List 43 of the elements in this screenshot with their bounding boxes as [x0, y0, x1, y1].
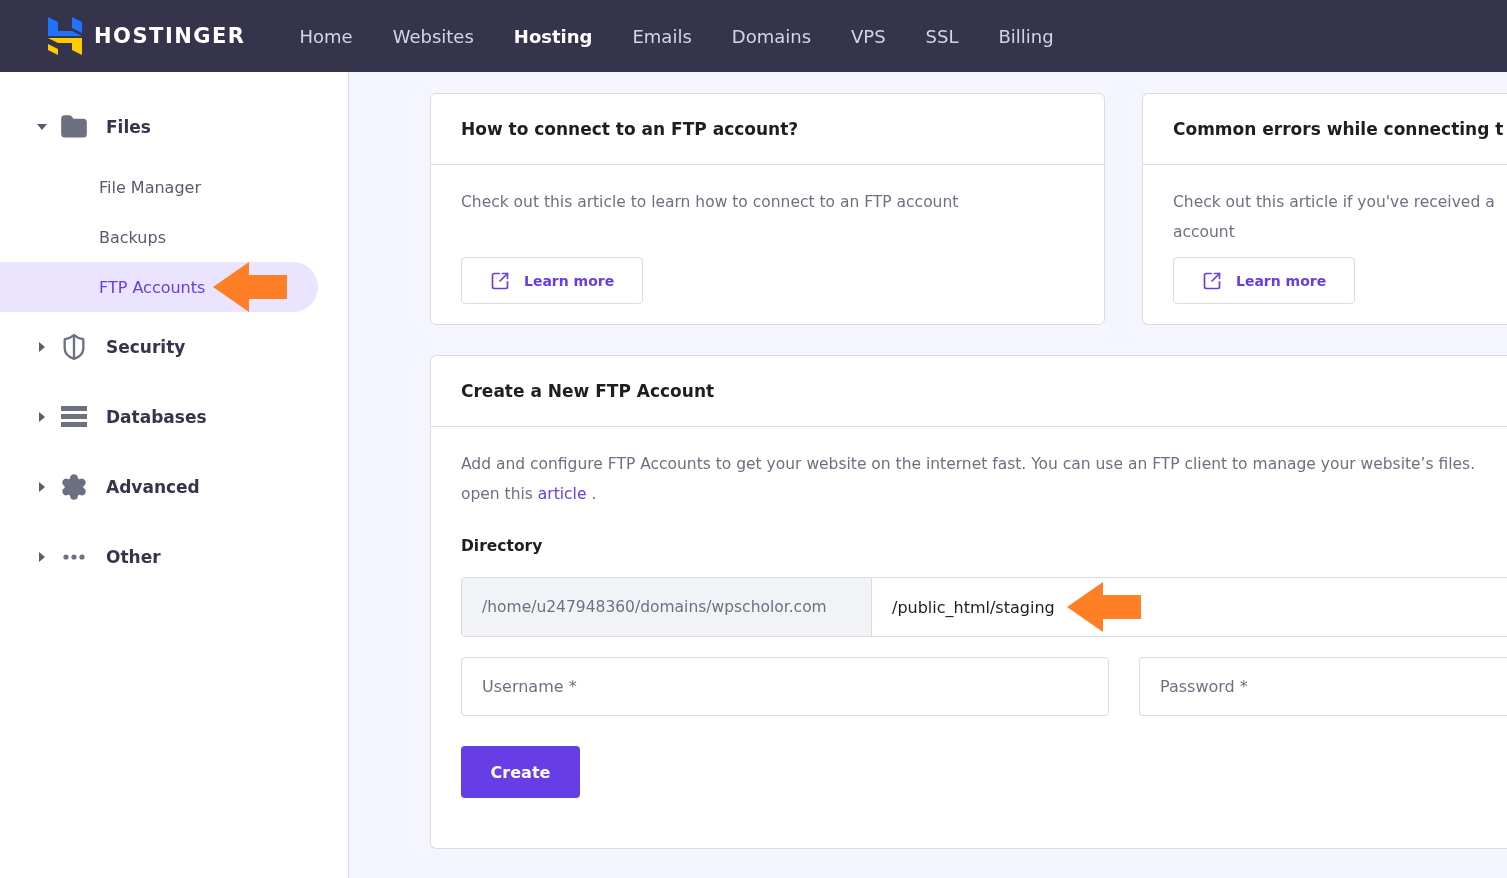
nav-link[interactable]: Domains [711, 25, 831, 47]
sidebar-group[interactable]: Databases [106, 407, 207, 427]
input-field[interactable]: Username * [461, 657, 1109, 716]
sidebar-group[interactable]: Other [106, 547, 161, 567]
nav-link[interactable]: Hosting [493, 25, 613, 47]
logo-icon [48, 17, 82, 55]
directory-label: Directory [461, 537, 544, 555]
card-title: Create a New FTP Account [461, 381, 715, 401]
card-text: account [1173, 222, 1236, 243]
learn-more-button[interactable]: Learn more [461, 257, 644, 304]
input-field[interactable]: Password * [1139, 657, 1507, 716]
sidebar-item-active[interactable]: FTP Accounts [0, 262, 318, 312]
sidebar-group[interactable]: Advanced [106, 477, 200, 497]
create-button[interactable]: Create [461, 746, 580, 798]
folder-icon [60, 113, 88, 141]
card-title: Common errors while connecting t [1173, 119, 1504, 139]
external-link-icon [490, 270, 510, 291]
directory-input[interactable]: /public_html/staging [892, 597, 1055, 617]
external-link-icon [1202, 270, 1222, 291]
nav-link[interactable]: Websites [372, 25, 494, 47]
brand-name: HOSTINGER [94, 24, 246, 48]
nav-link[interactable]: VPS [831, 25, 906, 47]
description-text: Add and configure FTP Accounts to get your website on the internet fast. You can use an FTP client to manage your website’s files. open this article . [461, 454, 1477, 505]
sidebar-item[interactable]: File Manager [0, 162, 318, 212]
sidebar-group[interactable]: Files [106, 117, 151, 137]
nav-link[interactable]: Home [279, 25, 373, 47]
nav-link[interactable]: Billing [978, 25, 1074, 47]
card-text: Check out this article to learn how to connect to an FTP account [461, 192, 960, 213]
card-title: How to connect to an FTP account? [461, 119, 799, 139]
sidebar-link[interactable]: FTP Accounts [99, 277, 206, 297]
sidebar-item[interactable]: Backups [0, 212, 318, 262]
learn-more-button[interactable]: Learn more [1173, 257, 1356, 304]
card-text: Check out this article if you've received a [1173, 192, 1496, 213]
directory-prefix: /home/u247948360/domains/wpscholor.com [462, 578, 872, 636]
nav-link[interactable]: SSL [905, 25, 979, 47]
nav-link[interactable]: Emails [612, 25, 712, 47]
database-icon [61, 406, 87, 428]
sidebar-group[interactable]: Security [106, 337, 186, 357]
dots-icon [63, 554, 85, 560]
sidebar-link[interactable]: Backups [99, 227, 166, 247]
settings-icon [60, 473, 88, 501]
sidebar-link[interactable]: File Manager [99, 177, 201, 197]
article-link[interactable]: article [537, 485, 587, 503]
